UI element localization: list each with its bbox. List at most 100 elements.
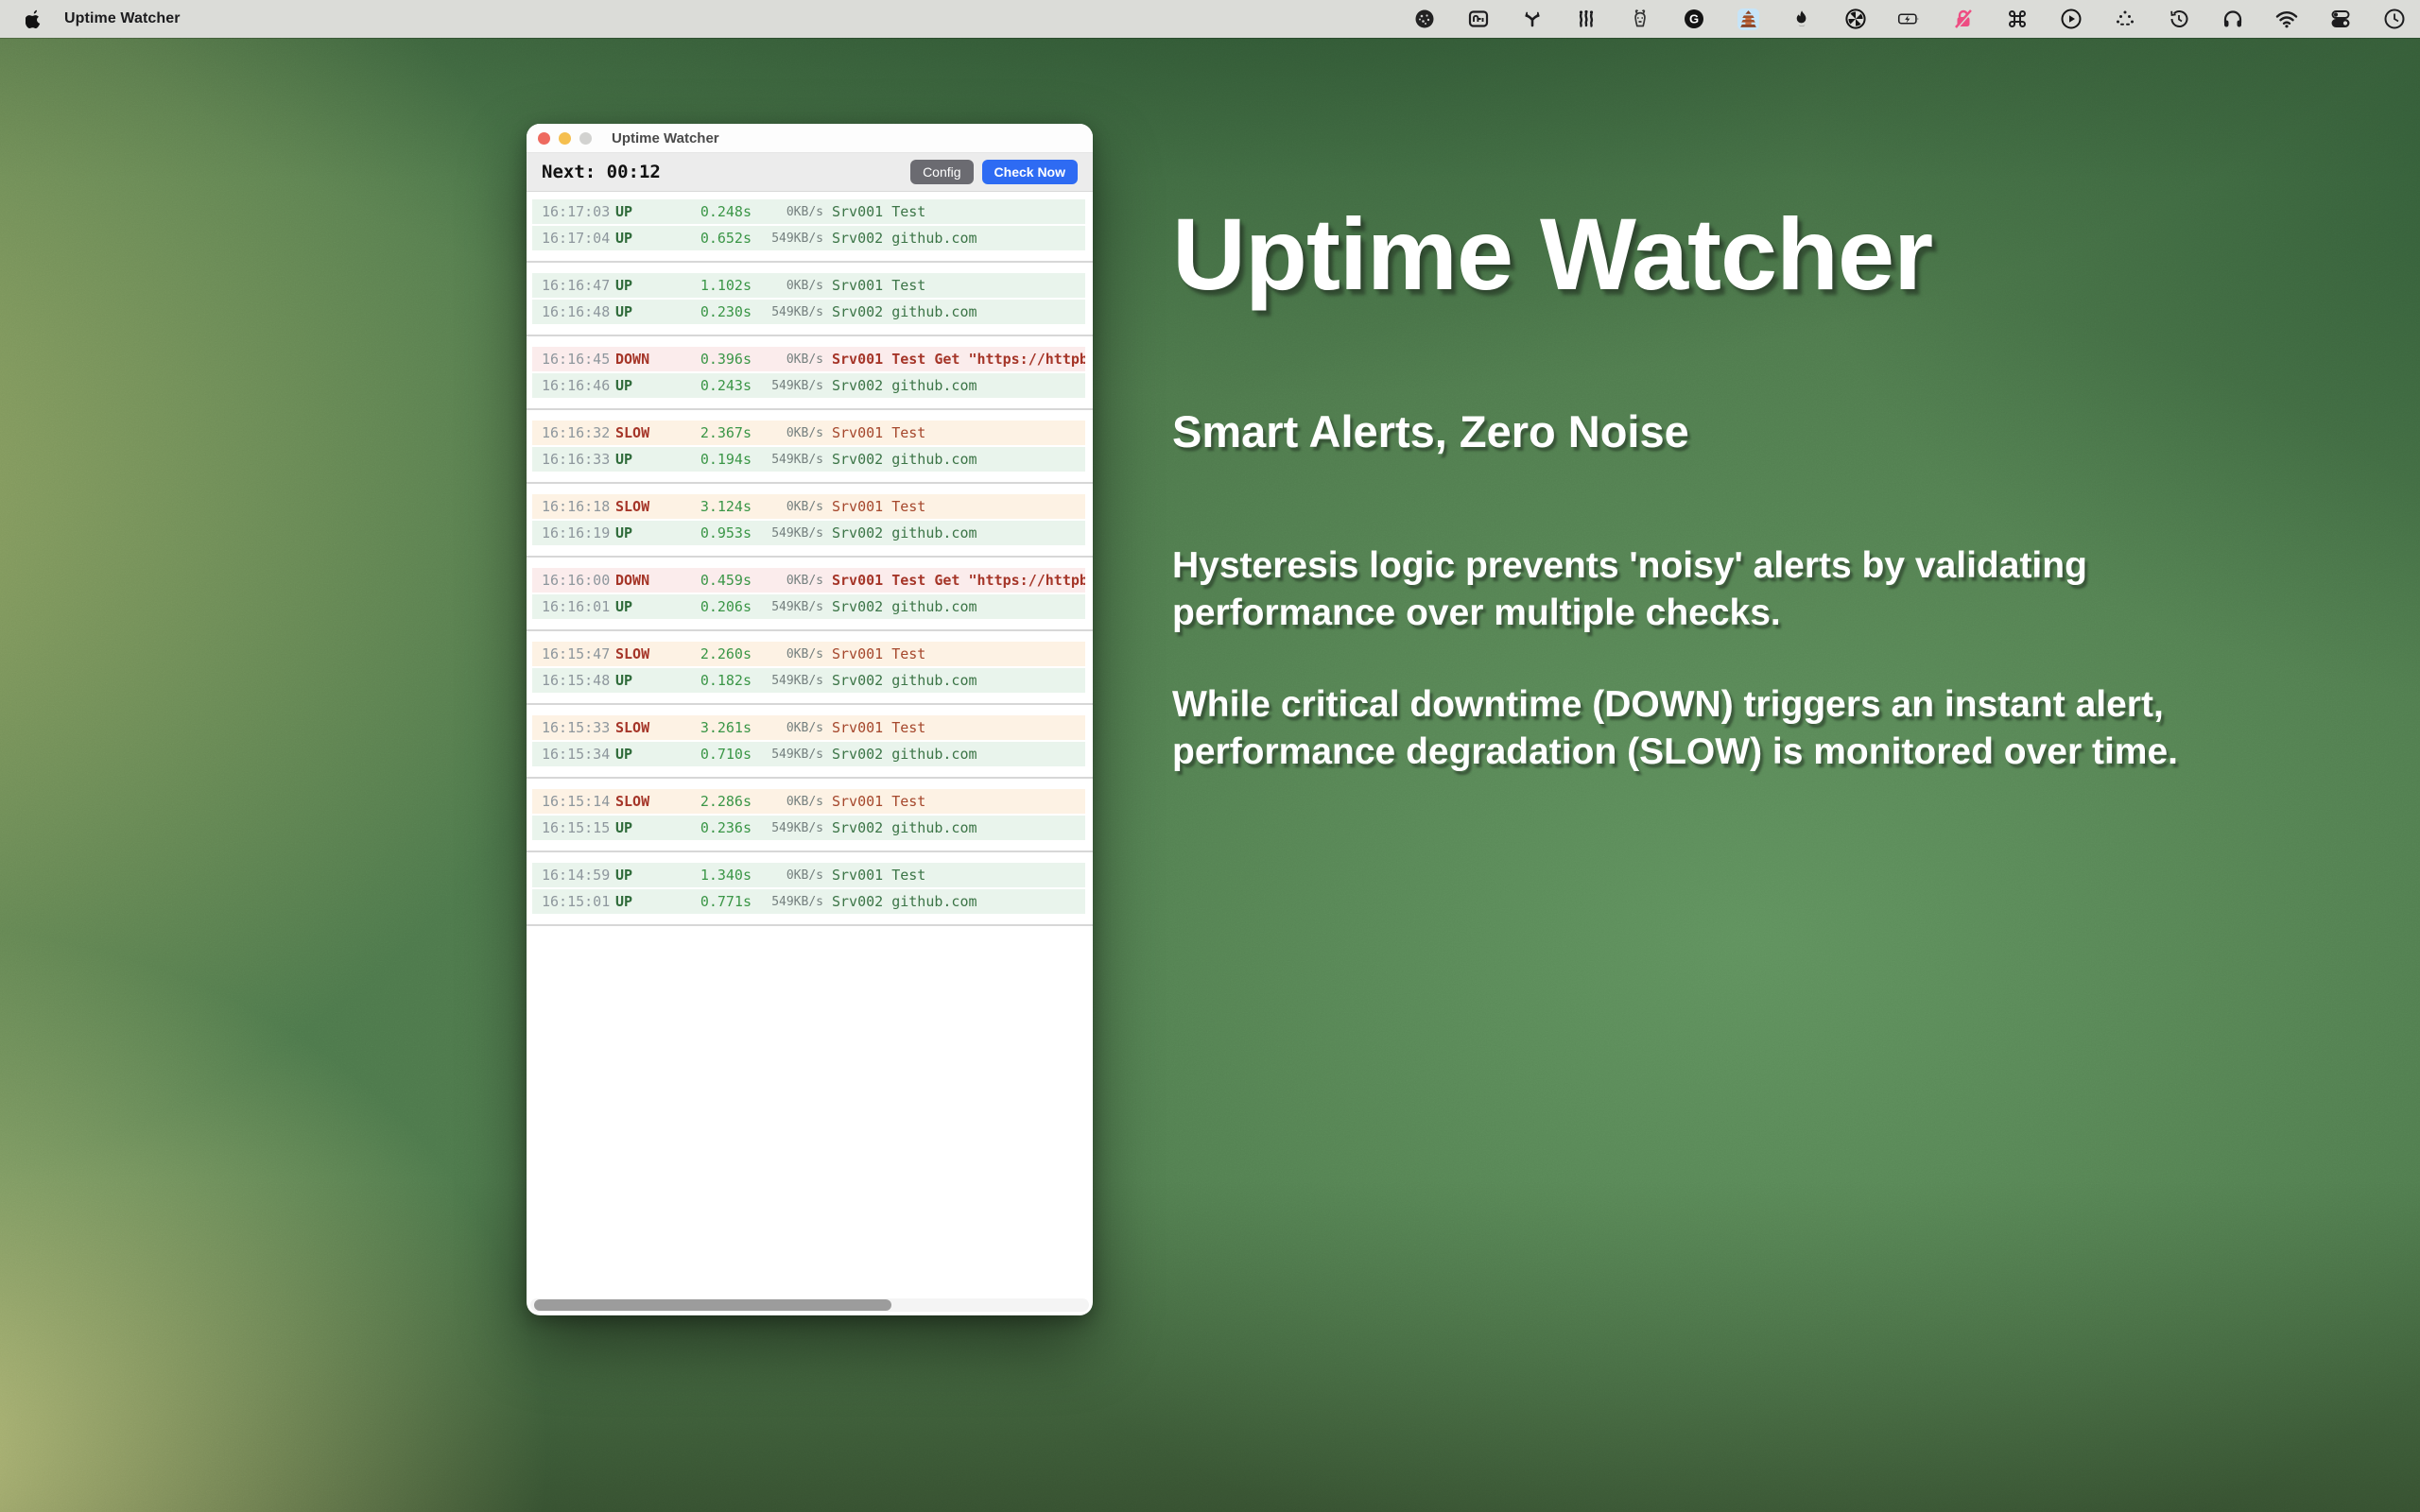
check-row[interactable]: 16:16:19 UP 0.953s 549KB/s Srv002 github…	[532, 521, 1085, 545]
row-status: UP	[615, 451, 693, 468]
row-status: UP	[615, 524, 693, 541]
row-rate: 549KB/s	[752, 526, 823, 541]
row-status: UP	[615, 277, 693, 294]
row-time: 16:17:03	[542, 203, 615, 220]
row-rate: 549KB/s	[752, 674, 823, 688]
check-row[interactable]: 16:15:47 SLOW 2.260s 0KB/s Srv001 Test	[532, 642, 1085, 666]
row-status: SLOW	[615, 498, 693, 515]
row-time: 16:15:48	[542, 672, 615, 689]
check-group: 16:16:18 SLOW 3.124s 0KB/s Srv001 Test 1…	[527, 494, 1093, 545]
dots-icon[interactable]	[2113, 7, 2137, 31]
horizontal-scrollbar-thumb[interactable]	[534, 1299, 891, 1311]
row-rate: 0KB/s	[752, 574, 823, 588]
check-row[interactable]: 16:16:45 DOWN 0.396s 0KB/s Srv001 Test G…	[532, 347, 1085, 371]
steam-pins-icon[interactable]	[1574, 7, 1599, 31]
row-server: Srv002 github.com	[832, 451, 977, 468]
play-circle-icon[interactable]	[2059, 7, 2083, 31]
horizontal-scrollbar[interactable]	[530, 1298, 1089, 1312]
row-status: DOWN	[615, 351, 693, 368]
row-time: 16:16:45	[542, 351, 615, 368]
check-row[interactable]: 16:16:47 UP 1.102s 0KB/s Srv001 Test	[532, 273, 1085, 298]
cookie-icon[interactable]	[1412, 7, 1437, 31]
uptime-watcher-window: Uptime Watcher Next: 00:12 Config Check …	[527, 124, 1093, 1315]
row-time: 16:15:15	[542, 819, 615, 836]
row-status: UP	[615, 303, 693, 320]
group-divider	[527, 777, 1093, 779]
row-time: 16:16:32	[542, 424, 615, 441]
check-row[interactable]: 16:15:34 UP 0.710s 549KB/s Srv002 github…	[532, 742, 1085, 766]
row-rate: 0KB/s	[752, 279, 823, 293]
row-time: 16:15:34	[542, 746, 615, 763]
row-status: DOWN	[615, 572, 693, 589]
row-status: UP	[615, 867, 693, 884]
clock-icon[interactable]	[2382, 7, 2407, 31]
group-divider	[527, 408, 1093, 410]
row-rate: 549KB/s	[752, 600, 823, 614]
row-duration: 3.124s	[693, 498, 752, 515]
lock-slash-icon[interactable]	[1951, 7, 1976, 31]
battery-bolt-icon[interactable]	[1897, 7, 1922, 31]
row-duration: 2.260s	[693, 645, 752, 662]
check-row[interactable]: 16:15:01 UP 0.771s 549KB/s Srv002 github…	[532, 889, 1085, 914]
check-row[interactable]: 16:15:33 SLOW 3.261s 0KB/s Srv001 Test	[532, 715, 1085, 740]
pagoda-icon[interactable]	[1736, 7, 1760, 31]
history-clock-icon[interactable]	[2167, 7, 2191, 31]
control-center-icon[interactable]	[2328, 7, 2353, 31]
close-window-button[interactable]	[538, 132, 550, 145]
check-row[interactable]: 16:15:15 UP 0.236s 549KB/s Srv002 github…	[532, 816, 1085, 840]
row-duration: 0.236s	[693, 819, 752, 836]
menubar-app-name[interactable]: Uptime Watcher	[64, 10, 181, 27]
row-rate: 0KB/s	[752, 500, 823, 514]
row-server: Srv001 Test	[832, 719, 925, 736]
check-group: 16:15:14 SLOW 2.286s 0KB/s Srv001 Test 1…	[527, 789, 1093, 840]
window-title: Uptime Watcher	[612, 130, 719, 146]
row-server: Srv001 Test	[832, 498, 925, 515]
g-circle-icon[interactable]: G	[1682, 7, 1706, 31]
check-group: 16:14:59 UP 1.340s 0KB/s Srv001 Test 16:…	[527, 863, 1093, 914]
row-rate: 0KB/s	[752, 205, 823, 219]
row-duration: 1.340s	[693, 867, 752, 884]
row-server: Srv001 Test	[832, 203, 925, 220]
row-duration: 0.459s	[693, 572, 752, 589]
check-row[interactable]: 16:16:00 DOWN 0.459s 0KB/s Srv001 Test G…	[532, 568, 1085, 593]
zoom-window-button[interactable]	[579, 132, 592, 145]
fork-branch-icon[interactable]	[1520, 7, 1545, 31]
check-row[interactable]: 16:16:33 UP 0.194s 549KB/s Srv002 github…	[532, 447, 1085, 472]
check-row[interactable]: 16:16:01 UP 0.206s 549KB/s Srv002 github…	[532, 594, 1085, 619]
check-row[interactable]: 16:15:48 UP 0.182s 549KB/s Srv002 github…	[532, 668, 1085, 693]
apple-menu-icon[interactable]	[21, 7, 45, 31]
check-row[interactable]: 16:16:32 SLOW 2.367s 0KB/s Srv001 Test	[532, 421, 1085, 445]
check-row[interactable]: 16:16:48 UP 0.230s 549KB/s Srv002 github…	[532, 300, 1085, 324]
window-titlebar[interactable]: Uptime Watcher	[527, 124, 1093, 153]
check-group: 16:15:33 SLOW 3.261s 0KB/s Srv001 Test 1…	[527, 715, 1093, 766]
llama-icon[interactable]	[1628, 7, 1652, 31]
hero-subtitle: Smart Alerts, Zero Noise	[1172, 405, 2288, 457]
headphones-icon[interactable]	[2221, 7, 2245, 31]
check-row[interactable]: 16:17:04 UP 0.652s 549KB/s Srv002 github…	[532, 226, 1085, 250]
config-button[interactable]: Config	[910, 160, 973, 184]
check-list[interactable]: 16:17:03 UP 0.248s 0KB/s Srv001 Test 16:…	[527, 192, 1093, 926]
row-time: 16:16:19	[542, 524, 615, 541]
check-row[interactable]: 16:15:14 SLOW 2.286s 0KB/s Srv001 Test	[532, 789, 1085, 814]
trackpad-wave-icon[interactable]	[1466, 7, 1491, 31]
row-server: Srv002 github.com	[832, 746, 977, 763]
row-status: UP	[615, 819, 693, 836]
check-group: 16:16:32 SLOW 2.367s 0KB/s Srv001 Test 1…	[527, 421, 1093, 472]
command-icon[interactable]	[2005, 7, 2030, 31]
menubar-status-icons: G	[1412, 7, 2407, 31]
row-status: UP	[615, 672, 693, 689]
check-row[interactable]: 16:16:18 SLOW 3.124s 0KB/s Srv001 Test	[532, 494, 1085, 519]
row-rate: 549KB/s	[752, 895, 823, 909]
wifi-icon[interactable]	[2274, 7, 2299, 31]
hero-title: Uptime Watcher	[1172, 200, 2288, 307]
check-row[interactable]: 16:16:46 UP 0.243s 549KB/s Srv002 github…	[532, 373, 1085, 398]
flame-icon[interactable]	[1789, 7, 1814, 31]
fan-icon[interactable]	[1843, 7, 1868, 31]
next-check-countdown: Next: 00:12	[542, 162, 661, 182]
check-row[interactable]: 16:14:59 UP 1.340s 0KB/s Srv001 Test	[532, 863, 1085, 887]
row-time: 16:17:04	[542, 230, 615, 247]
check-row[interactable]: 16:17:03 UP 0.248s 0KB/s Srv001 Test	[532, 199, 1085, 224]
group-divider	[527, 850, 1093, 852]
minimize-window-button[interactable]	[559, 132, 571, 145]
check-now-button[interactable]: Check Now	[982, 160, 1078, 184]
